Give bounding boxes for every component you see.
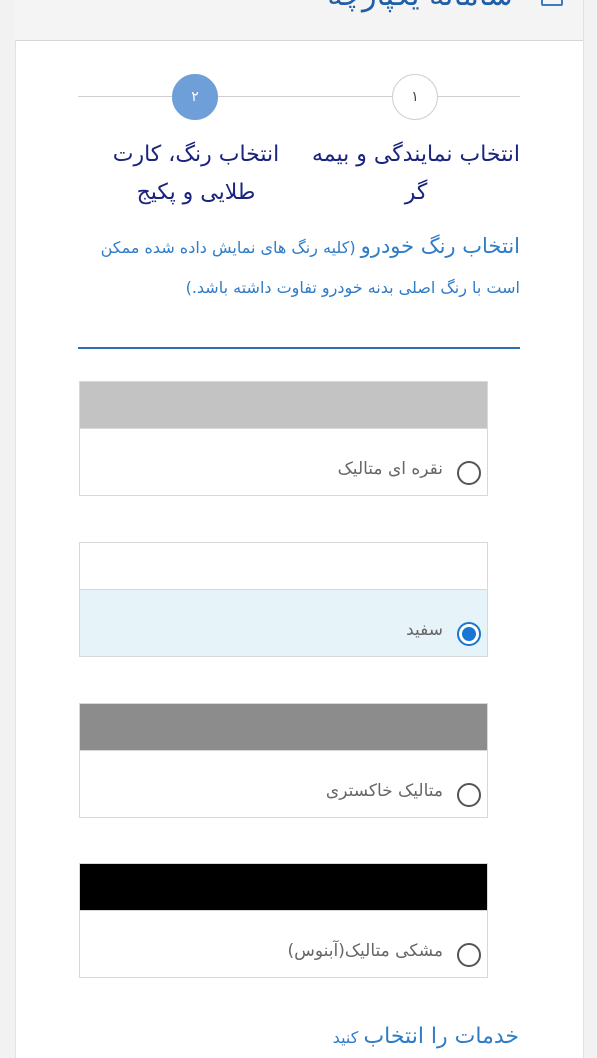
section-divider	[78, 347, 520, 349]
color-option-label: مشکی متالیک(آبنوس)	[287, 941, 443, 961]
color-swatch	[80, 864, 487, 911]
color-swatch	[80, 543, 487, 590]
step-2-circle[interactable]: ۲	[172, 74, 218, 120]
color-option-black-metallic[interactable]: مشکی متالیک(آبنوس)	[79, 863, 488, 978]
color-option-silver-metallic[interactable]: نقره ای متالیک	[79, 381, 488, 496]
window-icon	[541, 0, 563, 6]
color-swatch	[80, 704, 487, 751]
color-swatch	[80, 382, 487, 429]
step-1-label: انتخاب نمایندگی و بیمه گر	[311, 142, 521, 205]
color-section-heading: انتخاب رنگ خودرو	[360, 234, 520, 258]
services-section-heading: خدمات را انتخاب کنید	[333, 1024, 519, 1049]
app-header: سامانه یکپارچه	[15, 0, 583, 41]
color-option-label: متالیک خاکستری	[325, 781, 443, 801]
radio-button[interactable]	[457, 783, 481, 807]
radio-button[interactable]	[457, 461, 481, 485]
step-1-circle[interactable]: ۱	[392, 74, 438, 120]
step-2-label: انتخاب رنگ، کارت طلایی و پکیج	[112, 142, 280, 205]
color-option-label: سفید	[406, 620, 443, 640]
app-title: سامانه یکپارچه	[327, 0, 513, 13]
stepper-line	[78, 96, 520, 97]
services-heading-suffix: کنید	[332, 1028, 359, 1047]
color-option-label: نقره ای متالیک	[337, 459, 443, 479]
color-section-description: انتخاب رنگ خودرو (کلیه رنگ های نمایش داد…	[78, 226, 520, 308]
services-heading: خدمات را انتخاب	[363, 1024, 519, 1049]
radio-button[interactable]	[457, 943, 481, 967]
radio-button-checked[interactable]	[457, 622, 481, 646]
color-option-white[interactable]: سفید	[79, 542, 488, 657]
color-option-metallic-gray[interactable]: متالیک خاکستری	[79, 703, 488, 818]
